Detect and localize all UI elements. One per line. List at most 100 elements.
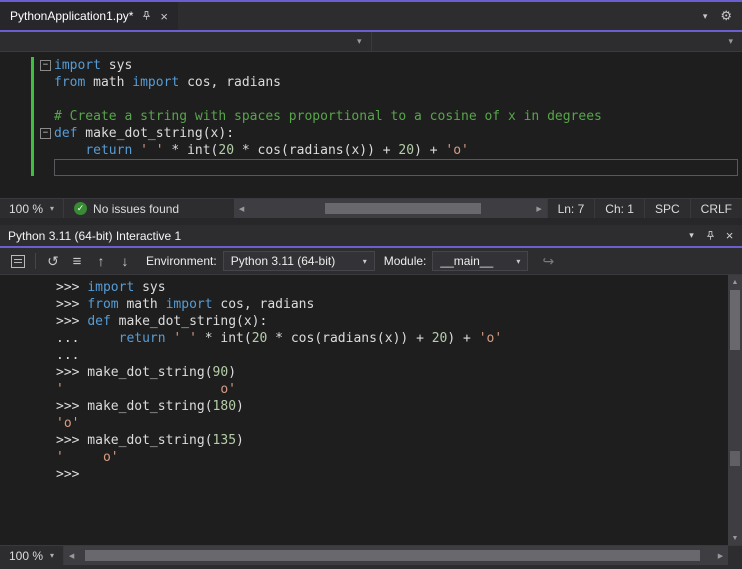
code-text: return ' ' * int(20 * cos(radians(x)) + … bbox=[85, 143, 469, 158]
zoom-value: 100 % bbox=[9, 201, 44, 216]
scrollbar-marker bbox=[730, 451, 740, 466]
scrollbar-thumb[interactable] bbox=[85, 550, 701, 561]
zoom-control[interactable]: 100 % ▾ bbox=[0, 546, 65, 565]
pin-icon[interactable] bbox=[141, 10, 152, 22]
close-icon[interactable]: × bbox=[720, 226, 739, 245]
tab-pythonapplication1[interactable]: PythonApplication1.py* × bbox=[0, 2, 179, 30]
fold-margin bbox=[30, 91, 54, 108]
environment-value: Python 3.11 (64-bit) bbox=[230, 254, 336, 268]
scrollbar-thumb[interactable] bbox=[730, 290, 740, 350]
code-text: 'o' bbox=[56, 416, 80, 431]
editor-status-bar: 100 % ▾ ✓ No issues found ◀ ▶ Ln: 7 Ch: … bbox=[0, 198, 742, 218]
environment-label: Environment: bbox=[146, 254, 217, 268]
scrollbar-thumb[interactable] bbox=[325, 203, 481, 214]
scrollbar-track[interactable] bbox=[79, 546, 713, 565]
close-icon[interactable]: × bbox=[160, 10, 168, 23]
line-ending-indicator[interactable]: CRLF bbox=[689, 199, 742, 218]
document-tab-strip: PythonApplication1.py* × ▾ ⚙ bbox=[0, 2, 742, 30]
interactive-status-bar: 100 % ▾ ◀ ▶ bbox=[0, 545, 742, 565]
scroll-up-icon[interactable]: ▲ bbox=[728, 275, 742, 289]
environments-icon[interactable] bbox=[6, 250, 30, 272]
code-line: return ' ' * int(20 * cos(radians(x)) + … bbox=[0, 142, 742, 159]
code-text: >>> bbox=[56, 467, 88, 482]
fold-margin bbox=[30, 159, 54, 176]
code-line: from math import cos, radians bbox=[0, 74, 742, 91]
scroll-left-icon[interactable]: ◀ bbox=[234, 199, 249, 218]
gear-icon[interactable]: ⚙ bbox=[720, 8, 732, 24]
module-value: __main__ bbox=[440, 254, 494, 268]
code-line bbox=[0, 91, 742, 108]
chevron-down-icon: ▾ bbox=[362, 256, 367, 266]
code-text: ... return ' ' * int(20 * cos(radians(x)… bbox=[56, 331, 503, 346]
code-text: from math import cos, radians bbox=[54, 75, 281, 90]
send-to-interactive-icon[interactable]: ↪ bbox=[536, 250, 560, 272]
chevron-down-icon: ▾ bbox=[516, 256, 521, 266]
module-dropdown[interactable]: __main__ ▾ bbox=[432, 251, 529, 271]
chevron-down-icon: ▾ bbox=[50, 204, 55, 213]
interactive-toolbar: ↺ ≡ ↑ ↓ Environment: Python 3.11 (64-bit… bbox=[0, 248, 742, 275]
toolbar-separator bbox=[35, 253, 36, 269]
code-line: >>> import sys bbox=[0, 279, 728, 296]
fold-margin bbox=[30, 108, 54, 125]
issues-indicator[interactable]: ✓ No issues found bbox=[64, 199, 234, 218]
member-dropdown[interactable]: ▾ bbox=[372, 32, 742, 51]
collapse-icon[interactable]: − bbox=[40, 128, 51, 139]
code-line: >>> make_dot_string(180) bbox=[0, 398, 728, 415]
zoom-value: 100 % bbox=[9, 548, 44, 563]
code-text: >>> make_dot_string(90) bbox=[56, 365, 237, 380]
code-line: 'o' bbox=[0, 415, 728, 432]
interactive-vertical-scrollbar[interactable]: ▲ ▼ bbox=[728, 275, 742, 545]
code-text: ' o' bbox=[56, 450, 119, 465]
scrollbar-track[interactable] bbox=[249, 199, 532, 218]
code-text: >>> import sys bbox=[56, 280, 166, 295]
window-position-chevron-icon[interactable]: ▾ bbox=[682, 226, 701, 245]
interactive-title: Python 3.11 (64-bit) Interactive 1 bbox=[8, 228, 182, 243]
history-previous-icon[interactable]: ↑ bbox=[89, 250, 113, 272]
project-dropdown[interactable]: ▾ bbox=[0, 32, 372, 51]
zoom-control[interactable]: 100 % ▾ bbox=[0, 199, 65, 218]
code-line bbox=[0, 159, 742, 176]
chevron-down-icon: ▾ bbox=[50, 551, 55, 560]
interactive-title-bar: Python 3.11 (64-bit) Interactive 1 ▾ × bbox=[0, 225, 742, 246]
pane-splitter[interactable] bbox=[0, 218, 742, 225]
code-text: import sys bbox=[54, 58, 133, 73]
code-editor[interactable]: − import sys from math import cos, radians… bbox=[0, 52, 742, 198]
code-text: >>> make_dot_string(180) bbox=[56, 399, 244, 414]
navigation-bar: ▾ ▾ bbox=[0, 32, 742, 52]
code-text: ... bbox=[56, 348, 80, 363]
code-text: ' o' bbox=[56, 382, 237, 397]
code-line: >>> from math import cos, radians bbox=[0, 296, 728, 313]
tool-window-controls: ▾ × bbox=[682, 226, 742, 245]
code-line: # Create a string with spaces proportion… bbox=[0, 108, 742, 125]
code-text: >>> make_dot_string(135) bbox=[56, 433, 244, 448]
collapse-icon[interactable]: − bbox=[40, 60, 51, 71]
scroll-left-icon[interactable]: ◀ bbox=[64, 546, 79, 565]
code-line: ' o' bbox=[0, 381, 728, 398]
interactive-horizontal-scrollbar[interactable]: ◀ ▶ bbox=[64, 546, 728, 565]
code-text: # Create a string with spaces proportion… bbox=[54, 109, 602, 124]
history-next-icon[interactable]: ↓ bbox=[113, 250, 137, 272]
interactive-repl[interactable]: >>> import sys >>> from math import cos, … bbox=[0, 275, 728, 545]
environment-dropdown[interactable]: Python 3.11 (64-bit) ▾ bbox=[222, 251, 375, 271]
code-text bbox=[54, 159, 738, 176]
code-line: ... return ' ' * int(20 * cos(radians(x)… bbox=[0, 330, 728, 347]
clear-screen-icon[interactable]: ≡ bbox=[65, 250, 89, 272]
spaces-indicator[interactable]: SPC bbox=[643, 199, 690, 218]
editor-horizontal-scrollbar[interactable]: ◀ ▶ bbox=[234, 199, 547, 218]
code-line: ... bbox=[0, 347, 728, 364]
scroll-right-icon[interactable]: ▶ bbox=[713, 546, 728, 565]
scroll-down-icon[interactable]: ▼ bbox=[728, 531, 742, 545]
code-line: >>> bbox=[0, 466, 728, 483]
fold-margin: − bbox=[30, 57, 54, 74]
scroll-right-icon[interactable]: ▶ bbox=[532, 199, 547, 218]
active-files-chevron-icon[interactable]: ▾ bbox=[703, 11, 708, 22]
no-issues-icon: ✓ bbox=[74, 202, 88, 215]
reset-icon[interactable]: ↺ bbox=[41, 250, 65, 272]
code-text: >>> from math import cos, radians bbox=[56, 297, 315, 312]
column-indicator: Ch: 1 bbox=[594, 199, 644, 218]
pin-icon[interactable] bbox=[701, 226, 720, 245]
fold-margin bbox=[30, 142, 54, 159]
scrollbar-corner bbox=[728, 546, 742, 565]
code-text: >>> def make_dot_string(x): bbox=[56, 314, 268, 329]
